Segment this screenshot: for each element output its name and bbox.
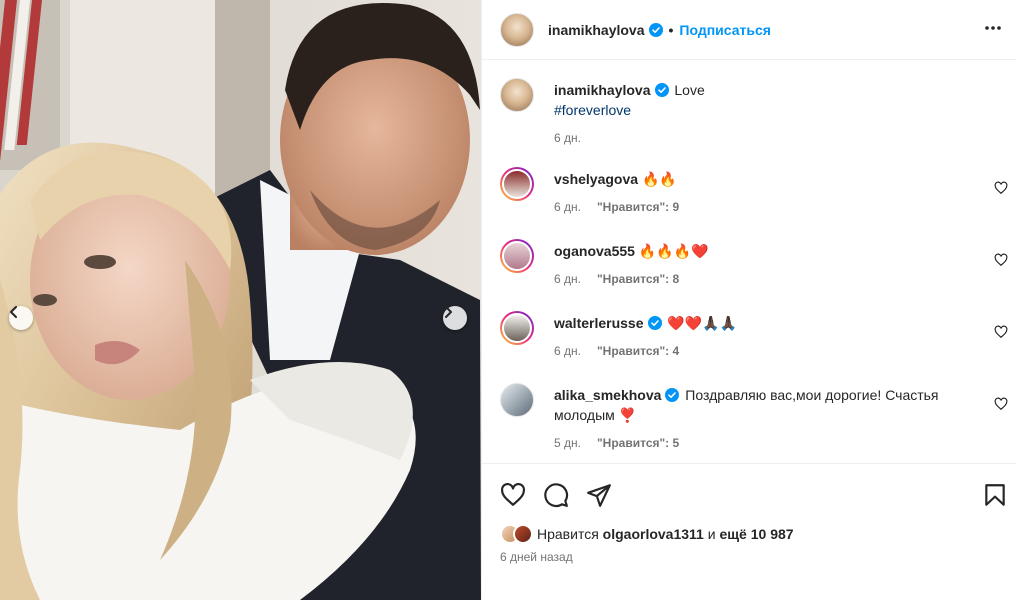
comment-likes[interactable]: "Нравится": 4 bbox=[597, 344, 679, 358]
post-details-panel: inamikhaylova • Подписаться inamikhaylov… bbox=[481, 0, 1016, 600]
heart-icon[interactable] bbox=[500, 482, 526, 508]
author-avatar[interactable] bbox=[500, 12, 534, 47]
post-photo[interactable] bbox=[0, 0, 481, 600]
comment-time[interactable]: 6 дн. bbox=[554, 344, 581, 358]
liker-avatar[interactable] bbox=[513, 524, 533, 544]
comment-icon[interactable] bbox=[543, 482, 569, 508]
comment-likes[interactable]: "Нравится": 9 bbox=[597, 200, 679, 214]
carousel-next-button[interactable] bbox=[443, 306, 467, 330]
follow-button[interactable]: Подписаться bbox=[679, 22, 771, 38]
comments-list[interactable]: inamikhaylova Love #foreverlove 6 дн. vs… bbox=[482, 61, 1016, 463]
comment-text: 🔥🔥 bbox=[641, 171, 677, 187]
post-actions: Нравится olgaorlova1311 и ещё 10 987 6 д… bbox=[482, 463, 1016, 600]
post-header: inamikhaylova • Подписаться bbox=[482, 0, 1016, 60]
share-icon[interactable] bbox=[586, 482, 612, 508]
verified-badge-icon bbox=[654, 83, 669, 97]
comment-like-icon[interactable] bbox=[994, 181, 1008, 195]
verified-badge-icon bbox=[648, 22, 663, 37]
comment-username[interactable]: vshelyagova bbox=[554, 171, 638, 187]
verified-badge-icon bbox=[665, 388, 680, 402]
comment-username[interactable]: oganova555 bbox=[554, 243, 635, 259]
caption-text: Love bbox=[674, 82, 705, 98]
comment-username[interactable]: walterlerusse bbox=[554, 315, 644, 331]
commenter-avatar[interactable] bbox=[500, 239, 534, 273]
bookmark-icon[interactable] bbox=[982, 482, 1008, 508]
chevron-right-icon bbox=[445, 306, 452, 318]
comment-time[interactable]: 6 дн. bbox=[554, 272, 581, 286]
comment-like-icon[interactable] bbox=[994, 253, 1008, 267]
comment-likes[interactable]: "Нравится": 8 bbox=[597, 272, 679, 286]
post-image bbox=[0, 0, 481, 600]
liker-username[interactable]: olgaorlova1311 bbox=[603, 526, 704, 542]
comment-text: 🔥🔥🔥❤️ bbox=[638, 243, 709, 259]
caption-avatar[interactable] bbox=[500, 78, 534, 112]
comment-likes[interactable]: "Нравится": 5 bbox=[597, 436, 679, 450]
verified-badge-icon bbox=[647, 316, 662, 330]
comment-like-icon[interactable] bbox=[994, 325, 1008, 339]
header-separator: • bbox=[668, 21, 674, 38]
commenter-avatar[interactable] bbox=[500, 311, 534, 345]
commenter-avatar[interactable] bbox=[500, 167, 534, 201]
carousel-prev-button[interactable] bbox=[9, 306, 33, 330]
likes-prefix: Нравится bbox=[537, 526, 599, 542]
comment-text: ❤️❤️🙏🏿🙏🏿 bbox=[667, 315, 738, 331]
post-timestamp[interactable]: 6 дней назад bbox=[500, 550, 573, 564]
author-username[interactable]: inamikhaylova bbox=[548, 22, 645, 38]
likes-count[interactable]: ещё 10 987 bbox=[719, 526, 793, 542]
caption-username[interactable]: inamikhaylova bbox=[554, 82, 651, 98]
chevron-left-icon bbox=[10, 306, 17, 318]
likes-joiner: и bbox=[707, 526, 716, 542]
caption-hashtag[interactable]: #foreverlove bbox=[554, 102, 631, 118]
comment-time[interactable]: 6 дн. bbox=[554, 200, 581, 214]
commenter-avatar[interactable] bbox=[500, 383, 534, 417]
likes-summary: Нравится olgaorlova1311 и ещё 10 987 bbox=[500, 524, 794, 544]
comment-username[interactable]: alika_smekhova bbox=[554, 387, 661, 403]
comment-like-icon[interactable] bbox=[994, 397, 1008, 411]
more-options-icon[interactable] bbox=[983, 18, 1003, 38]
comment-time[interactable]: 5 дн. bbox=[554, 436, 581, 450]
caption-time[interactable]: 6 дн. bbox=[554, 128, 964, 148]
